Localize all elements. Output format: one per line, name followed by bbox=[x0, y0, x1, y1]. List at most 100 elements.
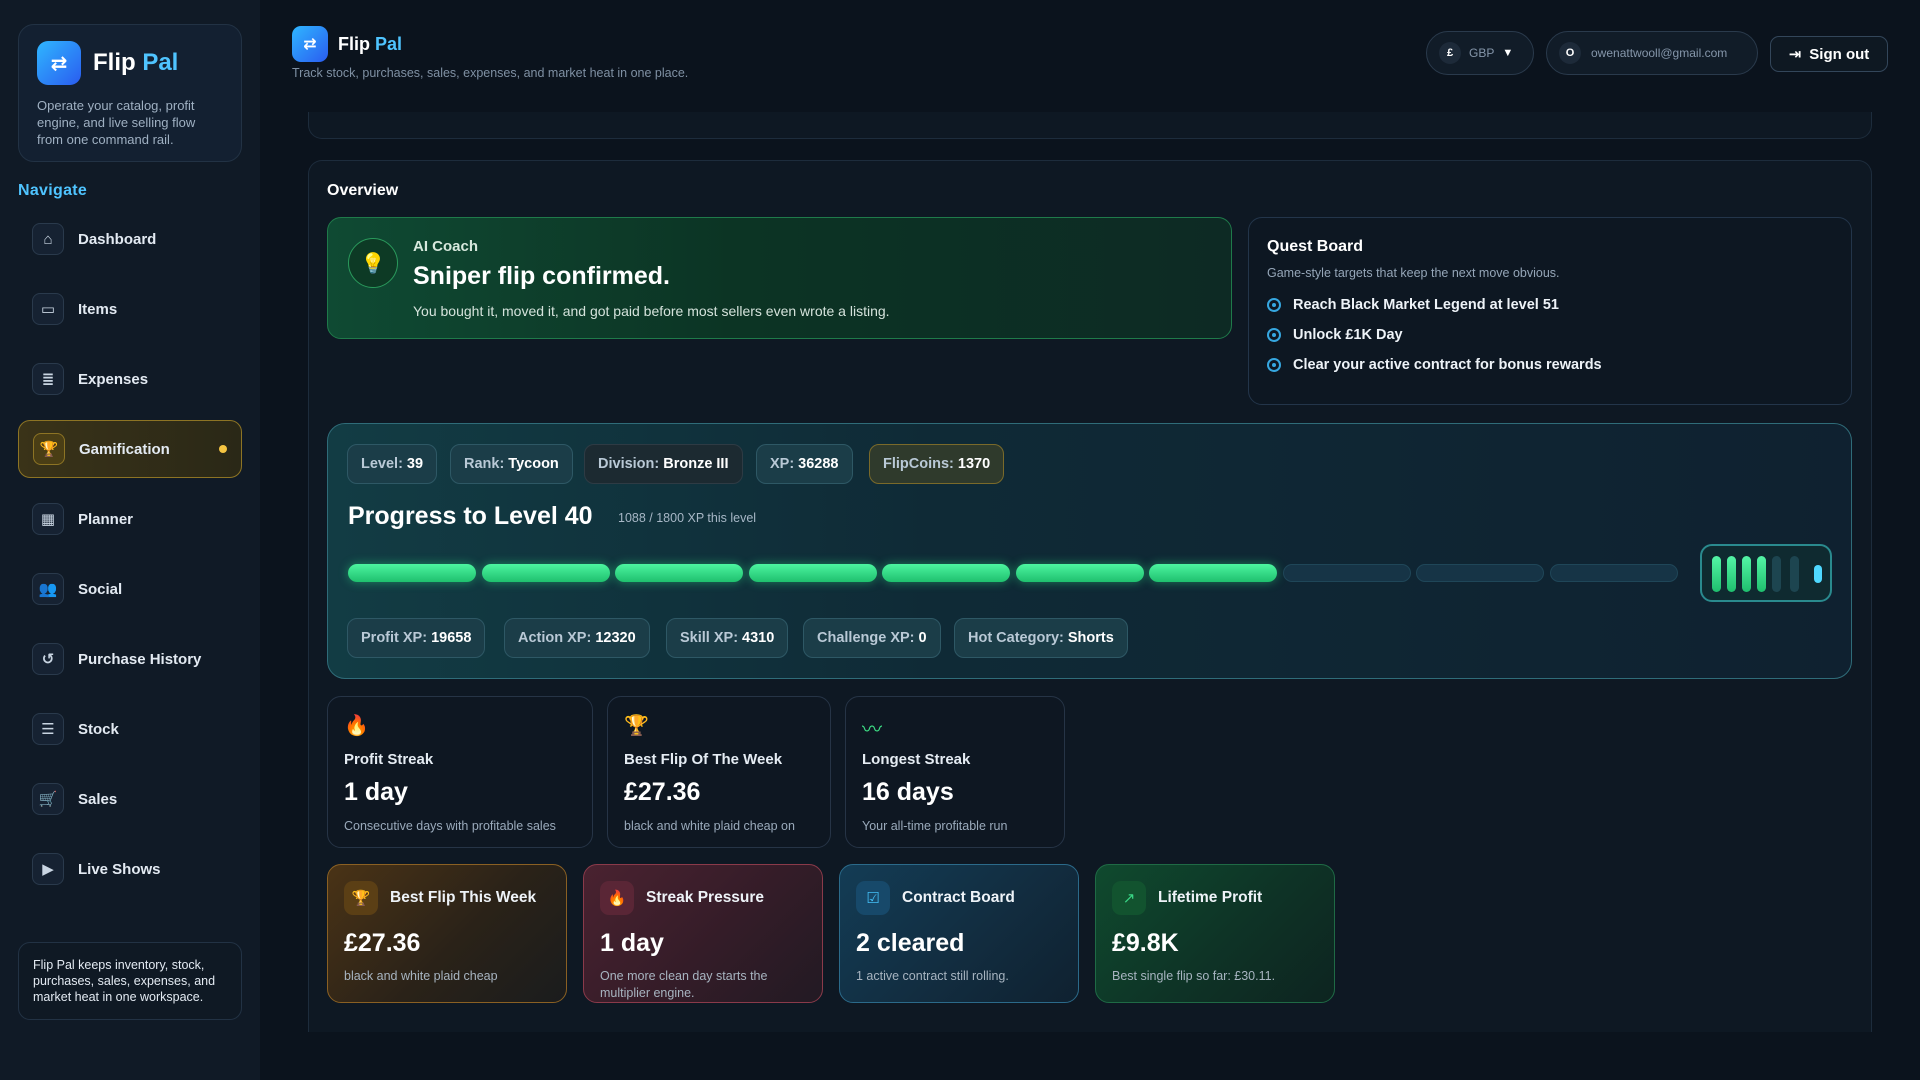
header-subtitle: Track stock, purchases, sales, expenses,… bbox=[292, 66, 689, 80]
header-brand: ⇄ Flip Pal bbox=[292, 26, 402, 62]
sidebar-item-label: Gamification bbox=[79, 440, 170, 458]
sidebar-item-live-shows[interactable]: ▶ Live Shows bbox=[18, 840, 242, 898]
sidebar-item-label: Live Shows bbox=[78, 860, 161, 878]
sidebar-item-dashboard[interactable]: ⌂ Dashboard bbox=[18, 210, 242, 268]
coach-kicker: AI Coach bbox=[413, 238, 479, 255]
sidebar-item-label: Purchase History bbox=[78, 650, 202, 668]
people-icon: 👥 bbox=[32, 573, 64, 605]
meter-bar bbox=[1742, 556, 1751, 592]
app-name-accent: Pal bbox=[142, 49, 179, 76]
lifetime-profit-card: ↗ Lifetime Profit £9.8K Best single flip… bbox=[1095, 864, 1335, 1003]
sidebar-item-stock[interactable]: ☰ Stock bbox=[18, 700, 242, 758]
sidebar-item-planner[interactable]: ▦ Planner bbox=[18, 490, 242, 548]
streak-pressure-card: 🔥 Streak Pressure 1 day One more clean d… bbox=[583, 864, 823, 1003]
app-tagline: Operate your catalog, profit engine, and… bbox=[37, 98, 196, 147]
chip-key: Challenge XP: bbox=[817, 630, 915, 646]
app-name-accent: Pal bbox=[375, 33, 403, 54]
profit-streak-card: 🔥 Profit Streak 1 day Consecutive days w… bbox=[327, 696, 593, 848]
chip-value: 36288 bbox=[798, 456, 839, 472]
mini-title: Contract Board bbox=[902, 889, 1015, 906]
target-icon bbox=[1267, 298, 1281, 312]
meter-bar bbox=[1712, 556, 1721, 592]
sidebar-item-purchase-history[interactable]: ↺ Purchase History bbox=[18, 630, 242, 688]
chip-key: XP: bbox=[770, 456, 795, 472]
receipt-icon: ≣ bbox=[32, 363, 64, 395]
section-title: Overview bbox=[327, 182, 399, 199]
stat-note: Consecutive days with profitable sales bbox=[344, 819, 556, 833]
lightbulb-icon: 💡 bbox=[348, 238, 398, 288]
trophy-icon: 🏆 bbox=[33, 433, 65, 465]
account-chip[interactable]: O owenattwooll@gmail.com bbox=[1546, 31, 1758, 75]
challenge-xp-chip: Challenge XP: 0 bbox=[803, 618, 941, 658]
app-name-main: Flip bbox=[338, 33, 370, 54]
sidebar-item-gamification[interactable]: 🏆 Gamification bbox=[18, 420, 242, 478]
mini-note: 1 active contract still rolling. bbox=[856, 969, 1009, 983]
mini-note: One more clean day starts the multiplier… bbox=[600, 969, 768, 1000]
sidebar-item-label: Dashboard bbox=[78, 230, 157, 248]
action-xp-chip: Action XP: 12320 bbox=[504, 618, 650, 658]
stat-label: Longest Streak bbox=[862, 751, 971, 768]
sidebar-item-label: Planner bbox=[78, 510, 134, 528]
coach-message: You bought it, moved it, and got paid be… bbox=[413, 303, 890, 319]
progress-segment bbox=[1149, 564, 1277, 582]
history-icon: ↺ bbox=[32, 643, 64, 675]
currency-code: GBP bbox=[1469, 46, 1495, 60]
best-flip-week-card: 🏆 Best Flip Of The Week £27.36 black and… bbox=[607, 696, 831, 848]
meter-bar bbox=[1727, 556, 1736, 592]
swap-arrows-icon: ⇄ bbox=[37, 41, 81, 85]
quest-list: Reach Black Market Legend at level 51 Un… bbox=[1267, 290, 1833, 380]
mini-title: Streak Pressure bbox=[646, 889, 765, 906]
chip-key: Profit XP: bbox=[361, 630, 428, 646]
mini-note: black and white plaid cheap bbox=[344, 969, 498, 983]
best-flip-this-week-card: 🏆 Best Flip This Week £27.36 black and w… bbox=[327, 864, 567, 1003]
sidebar-item-expenses[interactable]: ≣ Expenses bbox=[18, 350, 242, 408]
chip-key: FlipCoins: bbox=[883, 456, 954, 472]
swap-arrows-icon: ⇄ bbox=[292, 26, 328, 62]
video-icon: ▶ bbox=[32, 853, 64, 885]
chip-key: Level: bbox=[361, 456, 403, 472]
hot-category-chip: Hot Category: Shorts bbox=[954, 618, 1128, 658]
quest-item: Clear your active contract for bonus rew… bbox=[1267, 350, 1833, 380]
progress-segment bbox=[1016, 564, 1144, 582]
energy-meter bbox=[1700, 544, 1832, 602]
chip-key: Rank: bbox=[464, 456, 505, 472]
chip-value: Tycoon bbox=[508, 456, 559, 472]
xp-chip: XP: 36288 bbox=[756, 444, 853, 484]
sidebar-item-social[interactable]: 👥 Social bbox=[18, 560, 242, 618]
coach-headline: Sniper flip confirmed. bbox=[413, 262, 670, 290]
trophy-icon: 🏆 bbox=[624, 715, 649, 737]
chip-value: 0 bbox=[918, 630, 927, 646]
stat-value: £27.36 bbox=[624, 778, 701, 806]
currency-symbol: £ bbox=[1439, 42, 1461, 64]
progress-segment bbox=[482, 564, 610, 582]
app-name-main: Flip bbox=[93, 49, 136, 76]
sidebar-item-items[interactable]: ▭ Items bbox=[18, 280, 242, 338]
quest-item-label: Reach Black Market Legend at level 51 bbox=[1293, 297, 1559, 313]
ai-coach-card: 💡 AI Coach Sniper flip confirmed. You bo… bbox=[327, 217, 1232, 339]
target-icon bbox=[1267, 328, 1281, 342]
currency-select[interactable]: £ GBP ▼ bbox=[1426, 31, 1534, 75]
contract-board-card: ☑ Contract Board 2 cleared 1 active cont… bbox=[839, 864, 1079, 1003]
chip-value: 4310 bbox=[742, 630, 775, 646]
target-icon bbox=[1267, 358, 1281, 372]
sidebar-item-label: Expenses bbox=[78, 370, 149, 388]
avatar: O bbox=[1559, 42, 1581, 64]
header-app-name: Flip Pal bbox=[338, 34, 402, 55]
cart-icon: 🛒 bbox=[32, 783, 64, 815]
progress-title: Progress to Level 40 bbox=[348, 502, 593, 530]
sidebar-nav: ⌂ Dashboard ▭ Items ≣ Expenses 🏆 Gamific… bbox=[18, 210, 242, 898]
quest-title: Quest Board bbox=[1267, 238, 1364, 255]
meter-indicator bbox=[1814, 565, 1822, 583]
division-chip: Division: Bronze III bbox=[584, 444, 743, 484]
flame-icon: 🔥 bbox=[344, 715, 369, 737]
sign-out-button[interactable]: ⇥ Sign out bbox=[1770, 36, 1888, 72]
account-email: owenattwooll@gmail.com bbox=[1591, 46, 1728, 60]
chip-value: Bronze III bbox=[663, 456, 729, 472]
quest-board: Quest Board Game-style targets that keep… bbox=[1248, 217, 1852, 405]
sidebar-item-label: Items bbox=[78, 300, 118, 318]
nav-title: Navigate bbox=[18, 182, 88, 199]
stat-value: 1 day bbox=[344, 778, 408, 806]
sidebar-item-sales[interactable]: 🛒 Sales bbox=[18, 770, 242, 828]
home-icon: ⌂ bbox=[32, 223, 64, 255]
chip-key: Skill XP: bbox=[680, 630, 739, 646]
